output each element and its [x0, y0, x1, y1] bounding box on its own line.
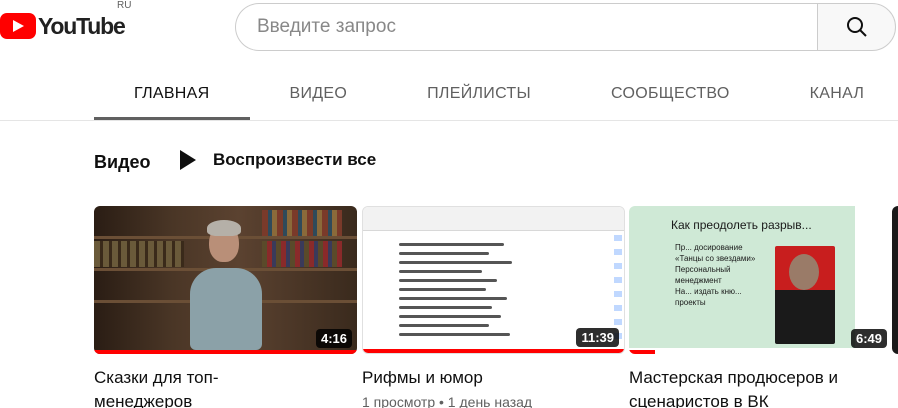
youtube-play-logo-icon: [0, 13, 36, 39]
video-card[interactable]: Как преодолеть разрыв... Пр... досирован…: [629, 206, 892, 408]
play-all-label: Воспроизвести все: [213, 150, 377, 169]
video-duration: 11:39: [576, 328, 619, 347]
watch-progress-bar: [363, 349, 624, 353]
video-card[interactable]: 4:16 Сказки для топ- менеджеров: [94, 206, 357, 408]
play-icon: [180, 150, 196, 170]
thumbnail-toolbar: [363, 207, 624, 231]
video-thumbnail[interactable]: 4:16: [94, 206, 357, 354]
thumbnail-books: [262, 241, 342, 267]
channel-tabs: ГЛАВНАЯ ВИДЕО ПЛЕЙЛИСТЫ СООБЩЕСТВО КАНАЛ: [94, 68, 898, 120]
tab-channels[interactable]: КАНАЛ: [770, 68, 898, 120]
video-title-line: Мастерская продюсеров и: [629, 368, 839, 387]
tab-videos[interactable]: ВИДЕО: [250, 68, 388, 120]
video-title-line: менеджеров: [94, 392, 193, 408]
video-thumbnail[interactable]: Как преодолеть разрыв... Пр... досирован…: [629, 206, 892, 354]
thumbnail-text: [399, 237, 549, 342]
video-title-line: сценаристов в ВК: [629, 392, 769, 408]
thumbnail-person-hair: [207, 220, 241, 236]
video-thumbnail[interactable]: 11:39: [362, 206, 625, 354]
video-duration: 6:49: [850, 329, 887, 348]
video-meta: 1 просмотр • 1 день назад: [362, 394, 533, 408]
video-title[interactable]: Рифмы и юмор: [362, 366, 625, 390]
search-button[interactable]: [817, 3, 896, 51]
tab-playlists[interactable]: ПЛЕЙЛИСТЫ: [387, 68, 571, 120]
watch-progress-bar: [94, 350, 357, 354]
thumbnail-books: [94, 241, 184, 267]
slide-title: Как преодолеть разрыв...: [671, 218, 812, 232]
search-icon: [846, 17, 867, 37]
video-title[interactable]: Мастерская продюсеров и сценаристов в ВК: [629, 366, 892, 408]
youtube-logo[interactable]: YouTube: [0, 8, 126, 44]
logo-text: YouTube: [38, 12, 126, 39]
region-code: RU: [117, 0, 132, 11]
play-all-button[interactable]: Воспроизвести все: [180, 150, 376, 170]
video-card[interactable]: 11:39 Рифмы и юмор 1 просмотр • 1 день н…: [362, 206, 625, 408]
thumbnail-books: [262, 210, 342, 236]
video-card-partial[interactable]: [892, 206, 898, 354]
tab-home[interactable]: ГЛАВНАЯ: [94, 68, 250, 120]
video-title-line: Рифмы и юмор: [362, 368, 483, 387]
video-title[interactable]: Сказки для топ- менеджеров: [94, 366, 357, 408]
thumbnail-person-body: [190, 268, 262, 350]
slide-list: Пр... досирование «Танцы со звездами» Пе…: [675, 243, 756, 307]
thumbnail-face: [789, 254, 819, 290]
watch-progress-bar: [629, 350, 656, 354]
video-duration: 4:16: [315, 329, 352, 348]
section-title[interactable]: Видео: [94, 152, 151, 173]
search-input[interactable]: [235, 3, 817, 51]
tab-community[interactable]: СООБЩЕСТВО: [571, 68, 770, 120]
thumbnail-slide: Как преодолеть разрыв... Пр... досирован…: [629, 206, 855, 348]
video-title-line: Сказки для топ-: [94, 368, 219, 387]
search-bar: [235, 3, 896, 51]
tabs-divider: [0, 120, 898, 121]
